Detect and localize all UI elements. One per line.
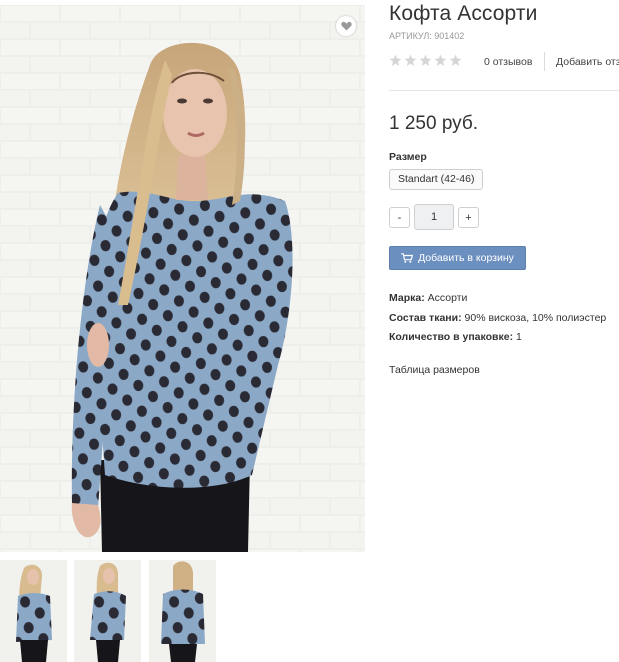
rating-stars[interactable] <box>389 54 462 67</box>
property-fabric: Состав ткани: 90% вискоза, 10% полиэстер <box>389 312 606 332</box>
reviews-count-link[interactable]: 0 отзывов <box>484 56 532 68</box>
quantity-decrease-button[interactable]: - <box>389 207 410 228</box>
property-value: 90% вискоза, 10% полиэстер <box>464 311 607 324</box>
star-icon[interactable] <box>449 54 462 67</box>
quantity-increase-button[interactable]: + <box>458 207 479 228</box>
main-product-image[interactable] <box>0 5 365 552</box>
sku-value: 901402 <box>434 31 465 41</box>
property-label: Состав ткани: <box>389 311 462 324</box>
add-to-cart-label: Добавить в корзину <box>418 252 514 264</box>
product-properties: Марка: Ассорти Состав ткани: 90% вискоза… <box>389 292 606 351</box>
size-option-standart[interactable]: Standart (42-46) <box>389 169 484 190</box>
property-pack-quantity: Количество в упаковке: 1 <box>389 331 606 351</box>
size-label: Размер <box>389 151 427 163</box>
property-label: Марка: <box>389 292 425 304</box>
divider <box>544 52 545 71</box>
property-value: 1 <box>516 331 522 343</box>
quantity-input[interactable] <box>414 204 454 230</box>
heart-icon <box>340 21 352 31</box>
star-icon[interactable] <box>419 54 432 67</box>
star-icon[interactable] <box>434 54 447 67</box>
property-value: Ассорти <box>427 292 468 304</box>
thumbnail-1[interactable] <box>0 560 67 662</box>
star-icon[interactable] <box>404 54 417 67</box>
size-table-link[interactable]: Таблица размеров <box>389 364 480 376</box>
wishlist-button[interactable] <box>336 16 356 36</box>
product-sku: АРТИКУЛ: 901402 <box>389 31 464 41</box>
star-icon[interactable] <box>389 54 402 67</box>
product-price: 1 250 руб. <box>389 113 479 134</box>
add-to-cart-button[interactable]: Добавить в корзину <box>389 246 526 270</box>
product-title: Кофта Ассорти <box>389 2 538 25</box>
sku-label: АРТИКУЛ: <box>389 31 432 41</box>
thumbnail-2[interactable] <box>74 560 141 662</box>
add-review-link[interactable]: Добавить отз <box>556 56 619 68</box>
property-label: Количество в упаковке: <box>389 331 514 343</box>
divider <box>389 90 619 91</box>
thumbnail-3[interactable] <box>149 560 216 662</box>
cart-icon <box>401 253 414 263</box>
property-brand: Марка: Ассорти <box>389 292 606 312</box>
